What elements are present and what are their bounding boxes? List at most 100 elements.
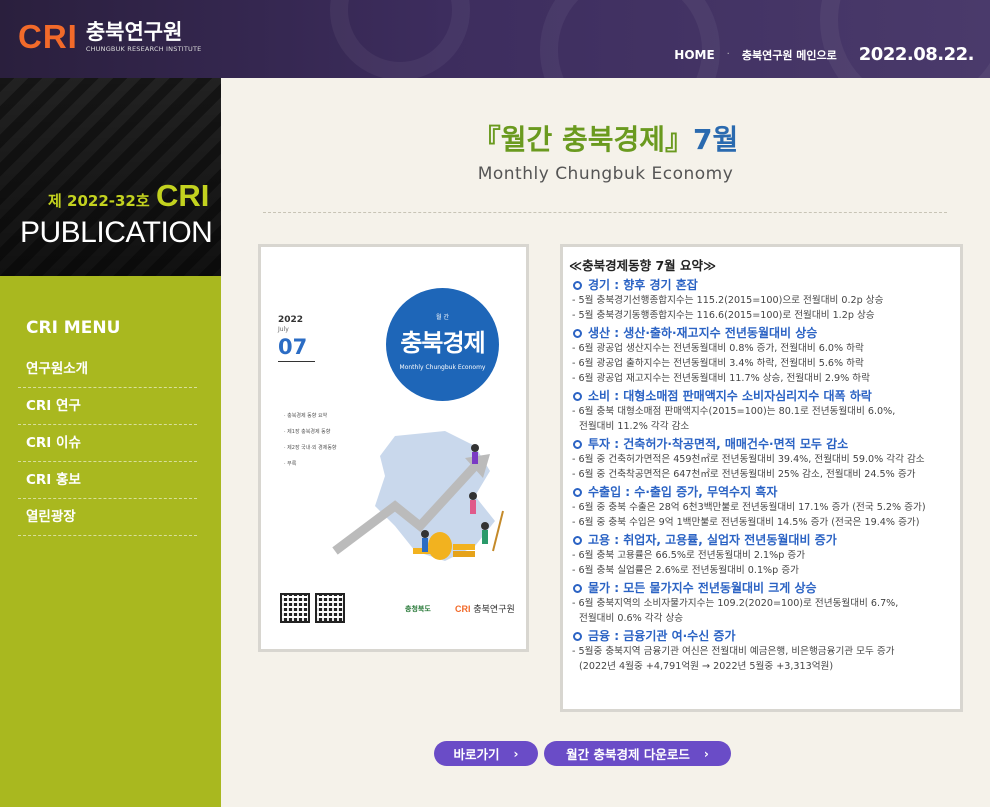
- header: CRI 충북연구원 CHUNGBUK RESEARCH INSTITUTE HO…: [0, 0, 990, 78]
- cover-title-circle: 월 간 충북경제 Monthly Chungbuk Economy: [386, 288, 499, 401]
- summary-box: ≪충북경제동향 7월 요약≫ 경기 : 향후 경기 혼잡 - 5월 충북경기선행…: [560, 244, 963, 712]
- cri-logo-mark: CRI: [455, 604, 471, 614]
- download-button[interactable]: 월간 충북경제 다운로드 ›: [544, 741, 731, 766]
- cover-circle-en: Monthly Chungbuk Economy: [399, 364, 486, 371]
- issue-number: 제 2022-32호: [48, 192, 150, 210]
- section-title-text: 고용 : 취업자, 고용률, 실업자 전년동월대비 증가: [588, 533, 837, 547]
- person: [421, 530, 429, 538]
- bullet-icon: [573, 281, 582, 290]
- section-title: 금융 : 금융기관 여·수신 증가: [569, 629, 954, 644]
- cri-logo: CRI 충북연구원: [455, 602, 515, 615]
- section-line: 전월대비 0.6% 각각 상승: [579, 613, 684, 624]
- home-link[interactable]: HOME: [674, 48, 714, 62]
- section-line: - 6월 충북 고용률은 66.5%로 전년동월대비 2.1%p 증가: [572, 550, 806, 561]
- coin-stack: [453, 551, 475, 557]
- cover-toc-item: · 충북경제 동향 요약: [284, 413, 328, 419]
- summary-heading: ≪충북경제동향 7월 요약≫: [569, 258, 717, 273]
- section-title-text: 소비 : 대형소매점 판매액지수 소비자심리지수 대폭 하락: [588, 389, 872, 403]
- divider: [263, 212, 947, 213]
- logo-subtitle: CHUNGBUK RESEARCH INSTITUTE: [85, 45, 202, 53]
- section-title: 투자 : 건축허가·착공면적, 매매건수·면적 모두 감소: [569, 437, 954, 452]
- menu-title: CRI MENU: [26, 318, 121, 338]
- bullet-icon: [573, 329, 582, 338]
- person: [481, 522, 489, 530]
- publication-label: PUBLICATION: [20, 216, 213, 249]
- bullet-icon: [573, 632, 582, 641]
- summary-section: 소비 : 대형소매점 판매액지수 소비자심리지수 대폭 하락 - 6월 충북 대…: [569, 389, 954, 434]
- person: [470, 500, 476, 514]
- section-title-text: 생산 : 생산·출하·재고지수 전년동월대비 상승: [588, 326, 818, 340]
- section-title-text: 물가 : 모든 물가지수 전년동월대비 크게 상승: [588, 581, 817, 595]
- cover-number: 07: [278, 335, 308, 359]
- sidebar-item-issue[interactable]: CRI 이슈: [18, 425, 197, 462]
- sidebar-item-about[interactable]: 연구원소개: [18, 351, 197, 388]
- bullet-icon: [573, 584, 582, 593]
- section-title-text: 투자 : 건축허가·착공면적, 매매건수·면적 모두 감소: [588, 437, 849, 451]
- section-line: - 6월 중 건축허가면적은 459천㎡로 전년동월대비 39.4%, 전월대비…: [572, 454, 925, 465]
- download-button-label: 월간 충북경제 다운로드: [566, 747, 690, 762]
- section-line: (2022년 4월중 +4,791억원 → 2022년 5월중 +3,313억원…: [579, 661, 834, 672]
- section-line: - 6월 광공업 재고지수는 전년동월대비 11.7% 상승, 전월대비 2.9…: [572, 373, 870, 384]
- person: [471, 444, 479, 452]
- header-decoration: [330, 0, 470, 78]
- section-line: - 5월중 충북지역 금융기관 여신은 전월대비 예금은행, 비은행금융기관 모…: [572, 646, 895, 657]
- issue-brand: CRI: [156, 178, 210, 213]
- section-title: 소비 : 대형소매점 판매액지수 소비자심리지수 대폭 하락: [569, 389, 954, 404]
- ladder: [492, 510, 504, 552]
- section-line: - 5월 충북경기선행종합지수는 115.2(2015=100)으로 전월대비 …: [572, 295, 884, 306]
- section-line: - 6월 광공업 출하지수는 전년동월대비 3.4% 하락, 전월대비 5.6%…: [572, 358, 864, 369]
- cover-page: 2022 July 07 월 간 충북경제 Monthly Chungbuk E…: [265, 251, 522, 645]
- section-title: 물가 : 모든 물가지수 전년동월대비 크게 상승: [569, 581, 954, 596]
- chevron-right-icon: ›: [513, 746, 519, 761]
- summary-section: 수출입 : 수·출입 증가, 무역수지 흑자 - 6월 중 충북 수출은 28억…: [569, 485, 954, 530]
- site-logo[interactable]: CRI 충북연구원 CHUNGBUK RESEARCH INSTITUTE: [18, 18, 201, 56]
- header-decoration: [820, 0, 990, 78]
- sidebar-item-forum[interactable]: 열린광장: [18, 499, 197, 536]
- person: [482, 530, 488, 544]
- cover-year: 2022: [278, 315, 304, 325]
- section-title-text: 금융 : 금융기관 여·수신 증가: [588, 629, 736, 643]
- qr-code: [315, 593, 345, 623]
- section-line: 전월대비 11.2% 각각 감소: [579, 421, 690, 432]
- summary-section: 물가 : 모든 물가지수 전년동월대비 크게 상승 - 6월 충북지역의 소비자…: [569, 581, 954, 626]
- chevron-right-icon: ›: [703, 746, 709, 761]
- bullet-icon: [573, 536, 582, 545]
- person: [422, 538, 428, 552]
- section-title: 고용 : 취업자, 고용률, 실업자 전년동월대비 증가: [569, 533, 954, 548]
- nav-separator: ·: [726, 49, 730, 60]
- sidebar-menu: 연구원소개 CRI 연구 CRI 이슈 CRI 홍보 열린광장: [18, 351, 197, 536]
- bullet-icon: [573, 488, 582, 497]
- page-title: 『월간 충북경제』7월: [221, 118, 990, 158]
- sidebar-item-research[interactable]: CRI 연구: [18, 388, 197, 425]
- cover-circle-title: 충북경제: [400, 329, 485, 357]
- sidebar: 제 2022-32호 CRI PUBLICATION CRI MENU 연구원소…: [0, 78, 221, 807]
- cover-image: 2022 July 07 월 간 충북경제 Monthly Chungbuk E…: [258, 244, 529, 652]
- person: [469, 492, 477, 500]
- main-content: 『월간 충북경제』7월 Monthly Chungbuk Economy 202…: [221, 78, 990, 807]
- go-button-label: 바로가기: [453, 747, 500, 762]
- summary-section: 경기 : 향후 경기 혼잡 - 5월 충북경기선행종합지수는 115.2(201…: [569, 278, 954, 323]
- person: [472, 452, 478, 464]
- summary-section: 투자 : 건축허가·착공면적, 매매건수·면적 모두 감소 - 6월 중 건축허…: [569, 437, 954, 482]
- top-nav: HOME · 충북연구원 메인으로 2022.08.22.: [674, 44, 974, 65]
- header-decoration: [540, 0, 720, 78]
- summary-section: 금융 : 금융기관 여·수신 증가 - 5월중 충북지역 금융기관 여신은 전월…: [569, 629, 954, 674]
- main-site-link[interactable]: 충북연구원 메인으로: [742, 47, 837, 63]
- cri-logo-name: 충북연구원: [473, 605, 515, 615]
- logo-text: 충북연구원 CHUNGBUK RESEARCH INSTITUTE: [86, 21, 202, 53]
- section-title: 생산 : 생산·출하·재고지수 전년동월대비 상승: [569, 326, 954, 341]
- logo-mark: CRI: [18, 18, 78, 55]
- cover-illustration: [332, 431, 504, 561]
- coin: [428, 532, 452, 560]
- section-line: - 6월 광공업 생산지수는 전년동월대비 0.8% 증가, 전월대비 6.0%…: [572, 343, 864, 354]
- summary-section: 생산 : 생산·출하·재고지수 전년동월대비 상승 - 6월 광공업 생산지수는…: [569, 326, 954, 386]
- coin-stack: [453, 544, 475, 550]
- bullet-icon: [573, 440, 582, 449]
- cover-circle-small: 월 간: [436, 314, 449, 321]
- issue-date: 2022.08.22.: [858, 44, 975, 65]
- province-logo: 충청북도: [405, 605, 431, 613]
- go-button[interactable]: 바로가기 ›: [434, 741, 538, 766]
- cover-month: July: [278, 326, 289, 333]
- sidebar-item-pr[interactable]: CRI 홍보: [18, 462, 197, 499]
- section-title: 수출입 : 수·출입 증가, 무역수지 흑자: [569, 485, 954, 500]
